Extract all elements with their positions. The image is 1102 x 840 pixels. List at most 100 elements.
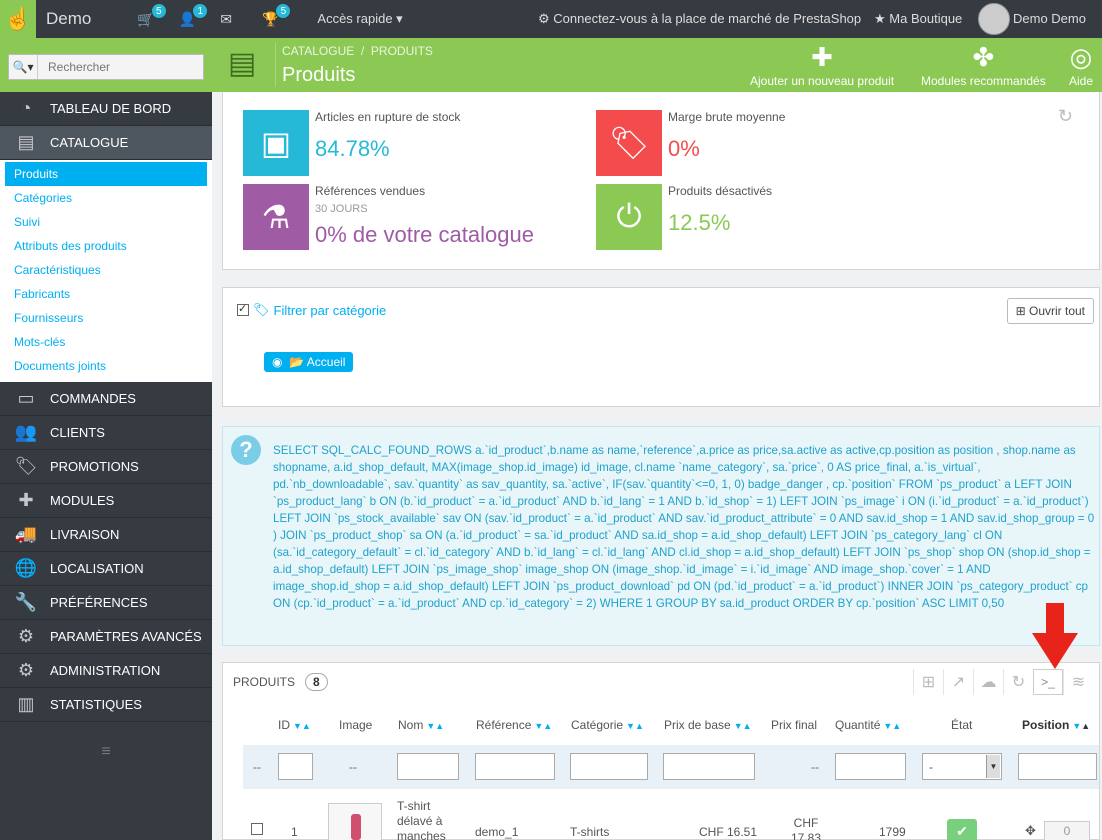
breadcrumb-products[interactable]: PRODUITS bbox=[371, 44, 433, 58]
my-shop-link[interactable]: ★ Ma Boutique bbox=[874, 11, 962, 27]
sidebar-item-label: TABLEAU DE BORD bbox=[50, 101, 172, 116]
collapse-menu-icon[interactable]: ≡ bbox=[0, 722, 212, 782]
recommended-modules-button[interactable]: ✤ Modules recommandés bbox=[921, 44, 1046, 88]
export-icon[interactable]: ↗ bbox=[943, 669, 973, 695]
col-reference[interactable]: Référence ▼▲ bbox=[476, 718, 552, 732]
sidebar-item-shipping[interactable]: 🚚 LIVRAISON bbox=[0, 518, 212, 552]
cloud-upload-icon[interactable]: ☁ bbox=[973, 669, 1003, 695]
status-enabled-icon[interactable]: ✔ bbox=[947, 819, 977, 840]
col-position[interactable]: Position ▼▲ bbox=[1022, 718, 1090, 732]
filter-category-input[interactable] bbox=[570, 753, 648, 780]
customer-icon[interactable]: 👤 1 bbox=[179, 2, 209, 28]
row-checkbox[interactable] bbox=[251, 823, 263, 835]
filter-label: Filtrer par catégorie bbox=[273, 302, 387, 318]
filter-name-input[interactable] bbox=[397, 753, 459, 780]
sidebar-item-preferences[interactable]: 🔧 PRÉFÉRENCES bbox=[0, 586, 212, 620]
users-icon: 👥 bbox=[14, 422, 38, 442]
col-label: État bbox=[951, 718, 973, 732]
sidebar-item-modules[interactable]: ✚ MODULES bbox=[0, 484, 212, 518]
database-icon[interactable]: ≋ bbox=[1063, 669, 1093, 695]
add-product-button[interactable]: ✚ Ajouter un nouveau produit bbox=[750, 44, 894, 88]
refresh-icon[interactable]: ↻ bbox=[1058, 106, 1073, 127]
search-icon[interactable]: 🔍▾ bbox=[9, 55, 38, 79]
cart-icon[interactable]: 🛒 5 bbox=[137, 2, 167, 28]
search-area: 🔍▾ bbox=[0, 38, 212, 92]
sort-icon[interactable]: ▼▲ bbox=[293, 721, 311, 731]
category-root-node[interactable]: ◉ 📂 Accueil bbox=[264, 352, 354, 372]
shop-name[interactable]: Demo bbox=[46, 9, 91, 29]
filter-placeholder: -- bbox=[811, 760, 819, 774]
submenu-item-products[interactable]: Produits bbox=[5, 162, 207, 186]
col-name[interactable]: Nom ▼▲ bbox=[398, 718, 444, 732]
category-filter-toggle[interactable]: 🏷 Filtrer par catégorie bbox=[237, 302, 386, 318]
trophy-icon[interactable]: 🏆 5 bbox=[262, 2, 292, 28]
envelope-icon[interactable]: ✉ bbox=[220, 11, 232, 28]
kpi-sold-references[interactable]: ⚗ Références vendues 30 JOURS 0% de votr… bbox=[243, 184, 583, 250]
col-label: Quantité bbox=[835, 718, 881, 732]
filter-quantity-input[interactable] bbox=[835, 753, 906, 780]
avatar[interactable] bbox=[978, 3, 1010, 35]
kpi-disabled-products[interactable]: ⏻ Produits désactivés 12.5% bbox=[596, 184, 936, 250]
col-image: Image bbox=[339, 718, 372, 732]
col-quantity[interactable]: Quantité ▼▲ bbox=[835, 718, 901, 732]
drag-handle-icon[interactable]: ✥ bbox=[1025, 823, 1036, 839]
expand-all-button[interactable]: ⊞ Ouvrir tout bbox=[1006, 298, 1094, 324]
submenu-item-manufacturers[interactable]: Fabricants bbox=[5, 282, 207, 306]
filter-checkbox[interactable] bbox=[237, 302, 249, 316]
sidebar-item-stats[interactable]: ▥ STATISTIQUES bbox=[0, 688, 212, 722]
submenu-item-categories[interactable]: Catégories bbox=[5, 186, 207, 210]
filter-reference-input[interactable] bbox=[475, 753, 555, 780]
add-icon[interactable]: ⊞ bbox=[913, 669, 943, 695]
kpi-out-of-stock[interactable]: ▣ Articles en rupture de stock 84.78% bbox=[243, 110, 583, 176]
sidebar-item-catalogue[interactable]: ▤ CATALOGUE bbox=[0, 126, 212, 160]
row-name[interactable]: T-shirt délavé à manches bbox=[397, 799, 459, 840]
col-category[interactable]: Catégorie ▼▲ bbox=[571, 718, 644, 732]
quick-access-dropdown[interactable]: Accès rapide ▾ bbox=[317, 11, 402, 27]
sql-terminal-icon[interactable]: >_ bbox=[1033, 669, 1063, 695]
search-input[interactable] bbox=[38, 55, 203, 79]
category-root-label: Accueil bbox=[306, 355, 346, 369]
col-id[interactable]: ID ▼▲ bbox=[278, 718, 311, 732]
prestashop-logo-icon[interactable]: ☝ bbox=[0, 0, 36, 38]
sidebar-item-customers[interactable]: 👥 CLIENTS bbox=[0, 416, 212, 450]
refresh-list-icon[interactable]: ↻ bbox=[1003, 669, 1033, 695]
sidebar-item-label: MODULES bbox=[50, 493, 115, 508]
sidebar-item-dashboard[interactable]: ◔ TABLEAU DE BORD bbox=[0, 92, 212, 126]
sort-icon[interactable]: ▼▲ bbox=[883, 721, 901, 731]
row-base-price: CHF 16.51 bbox=[699, 825, 758, 839]
sort-icon[interactable]: ▼▲ bbox=[1072, 721, 1090, 731]
filter-base-price-input[interactable] bbox=[663, 753, 755, 780]
filter-position-input[interactable] bbox=[1018, 753, 1097, 780]
sidebar-item-localization[interactable]: 🌐 LOCALISATION bbox=[0, 552, 212, 586]
sidebar-item-advanced[interactable]: ⚙ PARAMÈTRES AVANCÉS bbox=[0, 620, 212, 654]
help-button[interactable]: ◎ Aide bbox=[1069, 44, 1093, 88]
sidebar-item-orders[interactable]: ▭ COMMANDES bbox=[0, 382, 212, 416]
kpi-label: Références vendues bbox=[315, 184, 426, 198]
filter-id-input[interactable] bbox=[278, 753, 313, 780]
submenu-item-attributes[interactable]: Attributs des produits bbox=[5, 234, 207, 258]
submenu-item-features[interactable]: Caractéristiques bbox=[5, 258, 207, 282]
sidebar-item-administration[interactable]: ⚙ ADMINISTRATION bbox=[0, 654, 212, 688]
col-base-price[interactable]: Prix de base ▼▲ bbox=[664, 718, 752, 732]
quick-access-label: Accès rapide bbox=[317, 11, 393, 26]
kpi-label: Marge brute moyenne bbox=[668, 110, 786, 124]
sidebar-item-promotions[interactable]: 🏷 PROMOTIONS bbox=[0, 450, 212, 484]
marketplace-link[interactable]: ⚙ Connectez-vous à la place de marché de… bbox=[538, 11, 861, 27]
filter-state-select[interactable]: - ▼ bbox=[922, 753, 1002, 780]
sort-icon[interactable]: ▼▲ bbox=[626, 721, 644, 731]
col-final-price: Prix final bbox=[771, 718, 817, 732]
sort-icon[interactable]: ▼▲ bbox=[426, 721, 444, 731]
sidebar-item-label: ADMINISTRATION bbox=[50, 663, 161, 678]
sort-icon[interactable]: ▼▲ bbox=[534, 721, 552, 731]
breadcrumb-catalogue[interactable]: CATALOGUE bbox=[282, 44, 354, 58]
submenu-item-monitoring[interactable]: Suivi bbox=[5, 210, 207, 234]
products-panel: PRODUITS 8 ⊞ ↗ ☁ ↻ >_ ≋ ID ▼▲ Image Nom ▼▲… bbox=[222, 662, 1100, 840]
submenu-item-attachments[interactable]: Documents joints bbox=[5, 354, 207, 378]
col-label: Catégorie bbox=[571, 718, 624, 732]
sort-icon[interactable]: ▼▲ bbox=[734, 721, 752, 731]
product-thumbnail[interactable] bbox=[328, 803, 382, 840]
user-menu[interactable]: Demo Demo bbox=[1013, 11, 1086, 26]
submenu-item-suppliers[interactable]: Fournisseurs bbox=[5, 306, 207, 330]
kpi-margin[interactable]: 🏷 Marge brute moyenne 0% bbox=[596, 110, 936, 176]
submenu-item-tags[interactable]: Mots-clés bbox=[5, 330, 207, 354]
